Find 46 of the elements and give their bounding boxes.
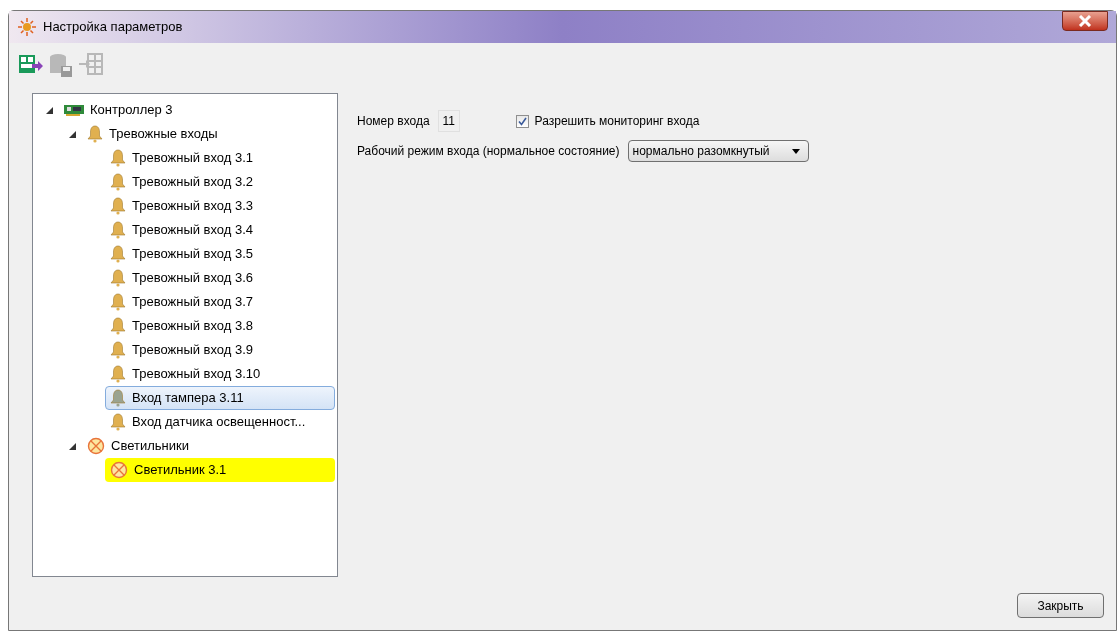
lamp-icon [110, 461, 128, 479]
dropdown-caret-icon [791, 148, 800, 154]
tree-item[interactable]: Тревожный вход 3.1 [105, 146, 259, 170]
tree-item[interactable]: Тревожный вход 3.4 [105, 218, 259, 242]
field-label: Номер входа [357, 113, 430, 130]
tree-item[interactable]: Контроллер 3 [59, 98, 178, 122]
circuit-board-icon [64, 104, 84, 116]
mode-dropdown[interactable]: нормально разомкнутый [627, 140, 809, 162]
field-label: Рабочий режим входа (нормальное состояние) [357, 143, 620, 160]
bell-icon [110, 389, 126, 407]
bell-icon [110, 341, 126, 359]
window-title: Настройка параметров [43, 18, 183, 37]
tree-item[interactable]: Тревожный вход 3.2 [105, 170, 259, 194]
tree-item[interactable]: Тревожный вход 3.7 [105, 290, 259, 314]
bell-icon [87, 125, 103, 143]
bell-icon [110, 221, 126, 239]
bell-icon [110, 365, 126, 383]
tree-item[interactable]: Тревожный вход 3.3 [105, 194, 259, 218]
close-button[interactable]: Закрыть [1017, 593, 1104, 618]
tree-item[interactable]: Вход тампера 3.11 [105, 386, 335, 410]
tree-item[interactable]: Тревожный вход 3.10 [105, 362, 266, 386]
checkbox-label: Разрешить мониторинг входа [534, 113, 700, 130]
tree-item[interactable]: Тревожный вход 3.9 [105, 338, 259, 362]
tree-item[interactable]: Тревожный вход 3.8 [105, 314, 259, 338]
expand-caret-icon[interactable] [68, 442, 76, 450]
sun-logo-icon [17, 17, 37, 37]
expand-caret-icon[interactable] [68, 130, 76, 138]
tree-item[interactable]: Вход датчика освещенност... [105, 410, 311, 434]
expand-caret-icon[interactable] [45, 106, 53, 114]
bell-icon [110, 293, 126, 311]
bell-icon [110, 173, 126, 191]
bell-icon [110, 317, 126, 335]
input-number-field[interactable]: 11 [437, 110, 460, 132]
bell-icon [110, 269, 126, 287]
lamp-icon [87, 437, 105, 455]
tree-item[interactable]: Тревожные входы [82, 122, 223, 146]
close-icon[interactable] [1062, 11, 1108, 31]
monitoring-checkbox[interactable] [515, 114, 529, 128]
bell-icon [110, 149, 126, 167]
bell-icon [110, 197, 126, 215]
bell-icon [110, 245, 126, 263]
tree-item[interactable]: Тревожный вход 3.6 [105, 266, 259, 290]
tree-item[interactable]: Светильник 3.1 [105, 458, 335, 482]
bell-icon [110, 413, 126, 431]
tree-item[interactable]: Тревожный вход 3.5 [105, 242, 259, 266]
tree-item[interactable]: Светильники [82, 434, 194, 458]
